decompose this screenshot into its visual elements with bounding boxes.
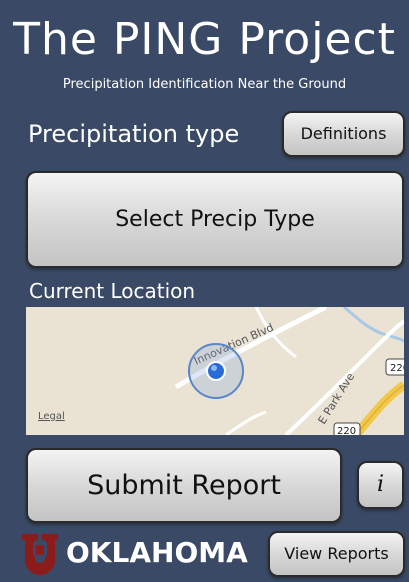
map-legal-link[interactable]: Legal: [38, 411, 65, 422]
map-road-minor-2: [225, 410, 267, 435]
submit-report-button[interactable]: Submit Report: [26, 448, 342, 523]
select-precip-type-button[interactable]: Select Precip Type: [26, 171, 404, 268]
map-canvas: Innovation Blvd E Park Ave 220 220: [174, 307, 404, 435]
app-title: The PING Project: [13, 14, 396, 65]
current-location-dot: [206, 361, 226, 381]
definitions-button[interactable]: Definitions: [282, 111, 405, 157]
precipitation-type-label: Precipitation type: [28, 120, 240, 148]
app-subtitle: Precipitation Identification Near the Gr…: [62, 77, 347, 92]
location-map[interactable]: Innovation Blvd E Park Ave 220 220 Legal: [26, 307, 404, 435]
ou-logo-icon: [22, 534, 58, 575]
map-water: [343, 307, 404, 343]
map-highway: [352, 381, 404, 435]
map-route-label-1: 220: [390, 363, 404, 374]
map-route-label-2: 220: [337, 426, 356, 435]
info-button[interactable]: i: [357, 461, 404, 509]
view-reports-button[interactable]: View Reports: [268, 531, 405, 577]
brand-name: OKLAHOMA: [66, 536, 248, 569]
current-location-label: Current Location: [29, 279, 196, 303]
